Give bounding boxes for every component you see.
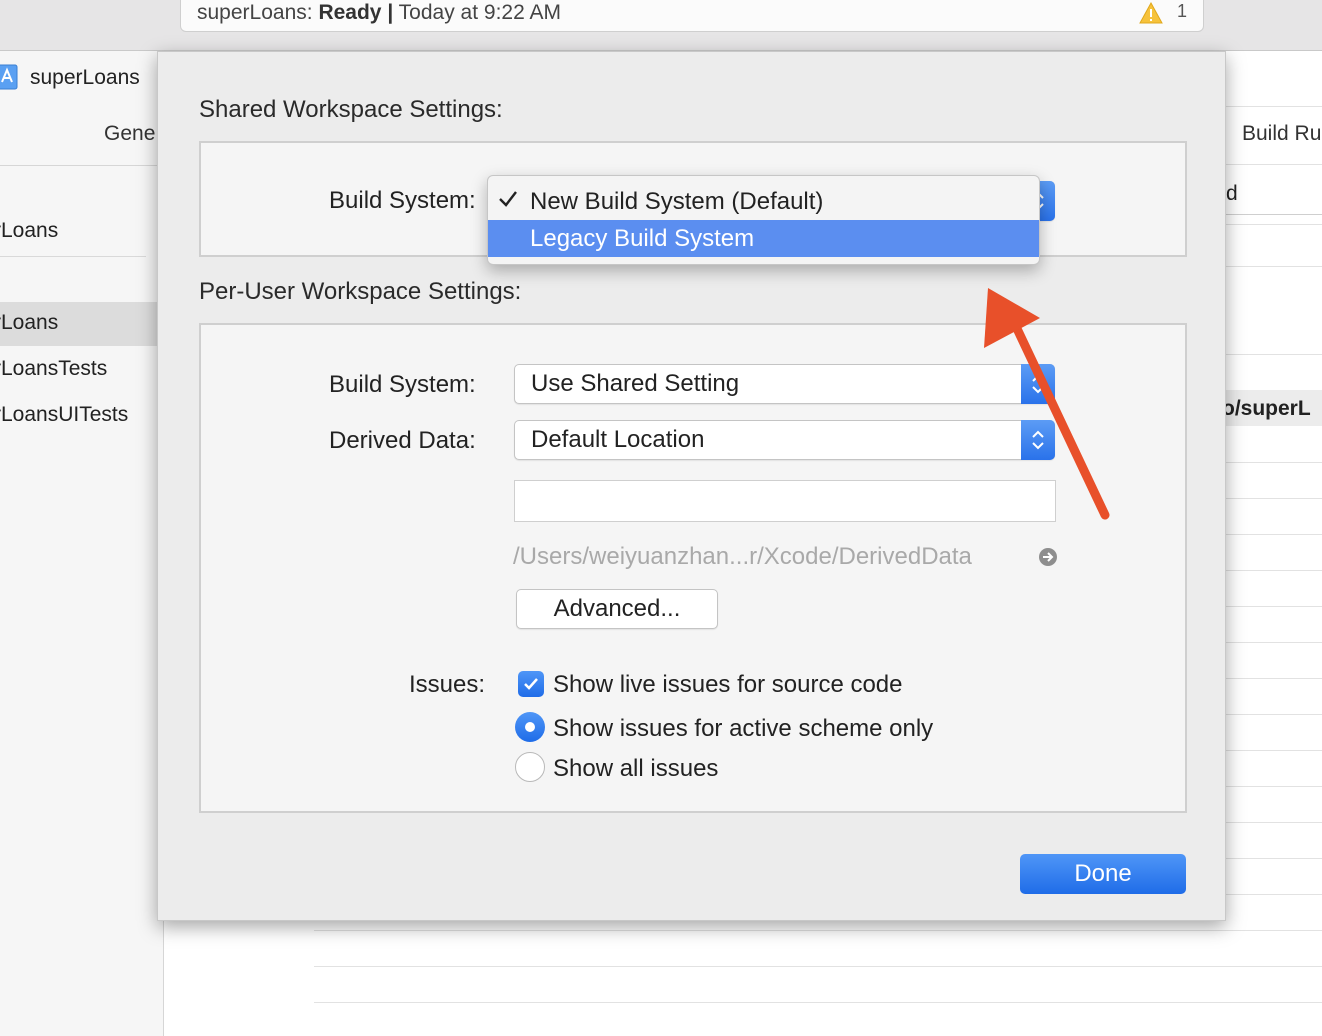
row-line: [1226, 570, 1322, 571]
row-line: [314, 966, 1322, 967]
reveal-in-finder-icon[interactable]: [1038, 547, 1058, 567]
user-build-system-label: Build System:: [329, 371, 476, 398]
project-navigator: [0, 51, 164, 1036]
tab-divider: [1226, 106, 1322, 107]
live-issues-label[interactable]: Show live issues for source code: [553, 671, 903, 699]
menu-item-new-build-system[interactable]: New Build System (Default): [488, 183, 1039, 220]
activity-viewer[interactable]: superLoans: Ready | Today at 9:22 AM 1: [180, 0, 1204, 32]
row-line: [1226, 714, 1322, 715]
editor-field[interactable]: d: [1226, 172, 1322, 215]
nav-item-project[interactable]: rLoans: [0, 210, 157, 254]
advanced-button[interactable]: Advanced...: [516, 589, 718, 629]
per-user-settings-title: Per-User Workspace Settings:: [199, 278, 522, 305]
row-line: [1226, 534, 1322, 535]
row-line: [1226, 858, 1322, 859]
row-line: [1226, 750, 1322, 751]
project-header[interactable]: superLoans: [0, 60, 163, 96]
checkmark-icon: [499, 191, 517, 207]
row-line: [1226, 462, 1322, 463]
done-button[interactable]: Done: [1020, 854, 1186, 894]
row-line: [314, 1002, 1322, 1003]
project-name: superLoans: [30, 66, 140, 89]
derived-data-path: /Users/weiyuanzhan...r/Xcode/DerivedData: [513, 543, 972, 570]
issues-label: Issues:: [409, 671, 486, 698]
scheme-only-label[interactable]: Show issues for active scheme only: [553, 715, 933, 743]
all-issues-label[interactable]: Show all issues: [553, 755, 718, 783]
row-line: [1226, 498, 1322, 499]
warning-count: 1: [1176, 1, 1187, 21]
row-line: [1226, 606, 1322, 607]
chevron-up-down-icon: [1032, 374, 1044, 394]
editor-path-cell: o/superL: [1222, 390, 1322, 426]
row-line: [314, 930, 1322, 931]
user-build-system-popup[interactable]: Use Shared Setting: [514, 364, 1055, 404]
xcode-project-icon: [0, 64, 18, 90]
derived-data-label: Derived Data:: [329, 427, 476, 454]
derived-data-value: Default Location: [531, 426, 705, 453]
all-issues-radio[interactable]: [515, 752, 545, 782]
custom-derived-path-field[interactable]: [514, 480, 1056, 522]
row-line: [1226, 642, 1322, 643]
popup-stepper: [1021, 364, 1055, 404]
navigator-divider: [0, 165, 163, 166]
shared-build-system-label: Build System:: [329, 187, 476, 214]
menu-item-legacy-build-system[interactable]: Legacy Build System: [488, 220, 1039, 257]
row-line: [1226, 786, 1322, 787]
row-line: [1226, 266, 1322, 267]
row-line: [1226, 354, 1322, 355]
user-build-system-value: Use Shared Setting: [531, 370, 740, 397]
tab-build-rules[interactable]: Build Ru: [1242, 122, 1321, 146]
tab-divider-2: [1226, 164, 1322, 165]
nav-item-target-app[interactable]: rLoans: [0, 302, 157, 346]
row-line: [1226, 678, 1322, 679]
row-line: [1226, 224, 1322, 225]
checkmark-icon: [524, 678, 538, 690]
row-line: [1226, 822, 1322, 823]
popup-stepper: [1021, 420, 1055, 460]
live-issues-checkbox[interactable]: [518, 671, 544, 697]
build-system-menu: New Build System (Default) Legacy Build …: [487, 175, 1040, 265]
nav-item-target-uitests[interactable]: rLoansUITests: [0, 394, 157, 438]
scheme-only-radio[interactable]: [515, 712, 545, 742]
warning-triangle-icon[interactable]: [1139, 2, 1163, 24]
activity-status-text: superLoans: Ready | Today at 9:22 AM: [197, 1, 561, 24]
nav-item-target-tests[interactable]: rLoansTests: [0, 348, 157, 392]
tab-general[interactable]: Gene: [104, 122, 155, 146]
derived-data-popup[interactable]: Default Location: [514, 420, 1055, 460]
shared-settings-title: Shared Workspace Settings:: [199, 96, 503, 123]
chevron-up-down-icon: [1032, 430, 1044, 450]
row-line: [1226, 894, 1322, 895]
per-user-settings-group: Build System: Use Shared Setting Derived…: [199, 323, 1187, 813]
navigator-divider-2: [0, 256, 146, 257]
